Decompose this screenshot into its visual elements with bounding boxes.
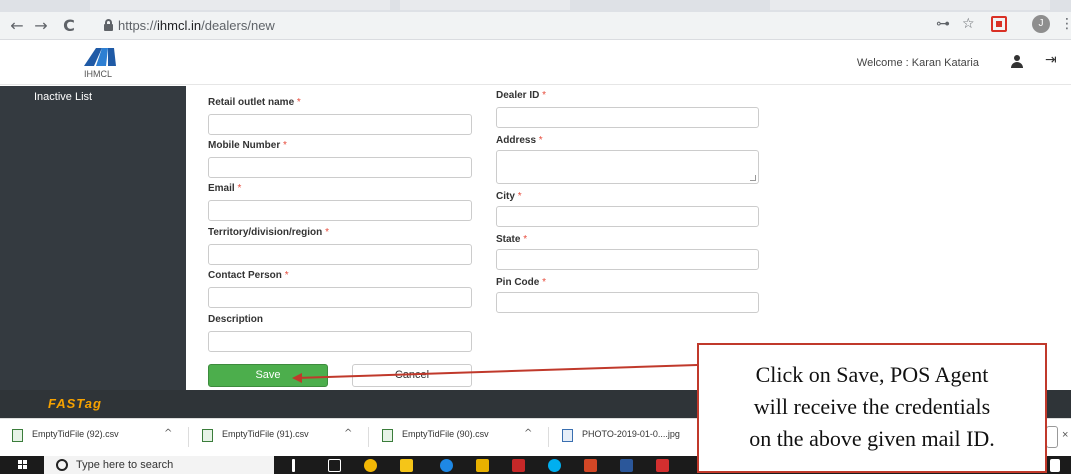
callout-text: Click on Save, POS Agent will receive th…: [699, 359, 1045, 455]
callout-line: Click on Save, POS Agent: [755, 362, 989, 387]
callout-line: on the above given mail ID.: [749, 426, 995, 451]
annotation-callout: Click on Save, POS Agent will receive th…: [697, 343, 1047, 473]
callout-line: will receive the credentials: [753, 394, 991, 419]
